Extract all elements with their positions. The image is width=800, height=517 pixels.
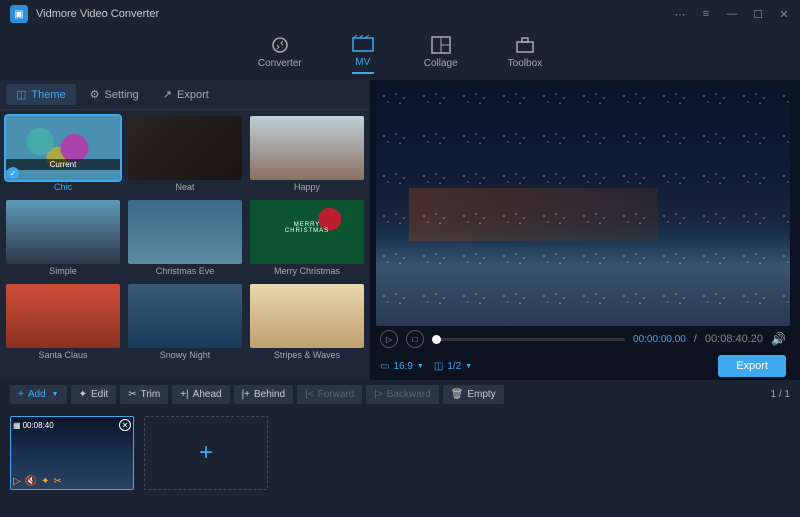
export-icon: ↗ [163, 88, 172, 101]
behind-button[interactable]: |+Behind [234, 385, 294, 404]
chevron-down-icon: ▼ [52, 391, 59, 398]
edit-icon: ✦ [79, 389, 87, 400]
trash-icon: 🗑 [451, 389, 464, 400]
backward-button[interactable]: |>Backward [366, 385, 438, 404]
theme-happy[interactable]: Happy [250, 116, 364, 192]
chevron-down-icon: ▼ [465, 363, 472, 370]
tab-export[interactable]: ↗ Export [153, 84, 219, 105]
backward-icon: |> [374, 389, 382, 400]
theme-simple[interactable]: Simple [6, 200, 120, 276]
nav-converter[interactable]: Converter [258, 36, 302, 73]
aspect-icon: ▭ [380, 361, 389, 372]
tab-setting[interactable]: ⚙ Setting [80, 84, 149, 105]
mv-icon [352, 35, 374, 53]
gear-icon: ⚙ [90, 88, 100, 101]
theme-santa-claus[interactable]: Santa Claus [6, 284, 120, 360]
nav-mv[interactable]: MV [352, 35, 374, 74]
total-time: 00:08:40.20 [705, 333, 763, 345]
zoom-selector[interactable]: ◫1/2▼ [434, 361, 472, 372]
converter-icon [269, 36, 291, 54]
ahead-icon: +| [180, 389, 188, 400]
scissors-icon: ✂ [128, 389, 136, 400]
volume-icon[interactable]: 🔊 [771, 332, 786, 346]
close-button[interactable]: ✕ [778, 8, 790, 20]
clip-duration: 00:08:40 [23, 421, 54, 430]
trim-button[interactable]: ✂Trim [120, 385, 168, 404]
check-icon: ✓ [7, 167, 19, 179]
stop-button[interactable]: □ [406, 330, 424, 348]
current-time: 00:00:00.00 [633, 334, 686, 345]
theme-stripes-waves[interactable]: Stripes & Waves [250, 284, 364, 360]
theme-christmas-eve[interactable]: Christmas Eve [128, 200, 242, 276]
behind-icon: |+ [242, 389, 250, 400]
play-button[interactable]: ▷ [380, 330, 398, 348]
clip-effects-icon[interactable]: ✦ [41, 476, 49, 487]
add-clip-button[interactable]: + [144, 416, 268, 490]
forward-button[interactable]: |<Forward [297, 385, 362, 404]
collage-icon [430, 36, 452, 54]
theme-icon: ◫ [16, 88, 26, 101]
plus-icon: + [18, 389, 24, 400]
theme-neat[interactable]: Neat [128, 116, 242, 192]
clip-play-icon[interactable]: ▷ [13, 476, 21, 487]
plus-icon: + [199, 439, 213, 467]
progress-bar[interactable] [432, 338, 625, 341]
app-title: Vidmore Video Converter [36, 8, 674, 20]
theme-chic[interactable]: Current✓ Chic [6, 116, 120, 192]
theme-merry-christmas[interactable]: MERRYCHRISTMASMerry Christmas [250, 200, 364, 276]
forward-icon: |< [305, 389, 313, 400]
toolbox-icon [514, 36, 536, 54]
menu-icon[interactable]: ≡ [700, 8, 712, 20]
feedback-icon[interactable]: ⋯ [674, 8, 686, 20]
clip-trim-icon[interactable]: ✂ [54, 476, 62, 487]
clip-mute-icon[interactable]: 🔇 [25, 476, 37, 487]
minimize-button[interactable]: — [726, 8, 738, 20]
maximize-button[interactable]: ☐ [752, 8, 764, 20]
pager: 1 / 1 [771, 389, 790, 400]
export-button[interactable]: Export [718, 355, 786, 377]
add-button[interactable]: +Add▼ [10, 385, 67, 404]
video-preview[interactable] [376, 84, 790, 326]
aspect-ratio-selector[interactable]: ▭16:9▼ [380, 361, 424, 372]
theme-snowy-night[interactable]: Snowy Night [128, 284, 242, 360]
edit-button[interactable]: ✦Edit [71, 385, 117, 404]
ahead-button[interactable]: +|Ahead [172, 385, 229, 404]
chevron-down-icon: ▼ [417, 363, 424, 370]
clip-item[interactable]: ▦00:08:40 ✕ ▷ 🔇 ✦ ✂ [10, 416, 134, 490]
remove-clip-button[interactable]: ✕ [119, 419, 131, 431]
nav-collage[interactable]: Collage [424, 36, 458, 73]
progress-knob[interactable] [432, 335, 441, 344]
theme-grid: Current✓ Chic Neat Happy Simple Christma… [0, 110, 370, 380]
empty-button[interactable]: 🗑Empty [443, 385, 504, 404]
split-icon: ◫ [434, 361, 443, 372]
tab-theme[interactable]: ◫ Theme [6, 84, 76, 105]
nav-toolbox[interactable]: Toolbox [508, 36, 542, 73]
app-logo: ▣ [10, 5, 28, 23]
film-icon: ▦ [13, 421, 21, 430]
